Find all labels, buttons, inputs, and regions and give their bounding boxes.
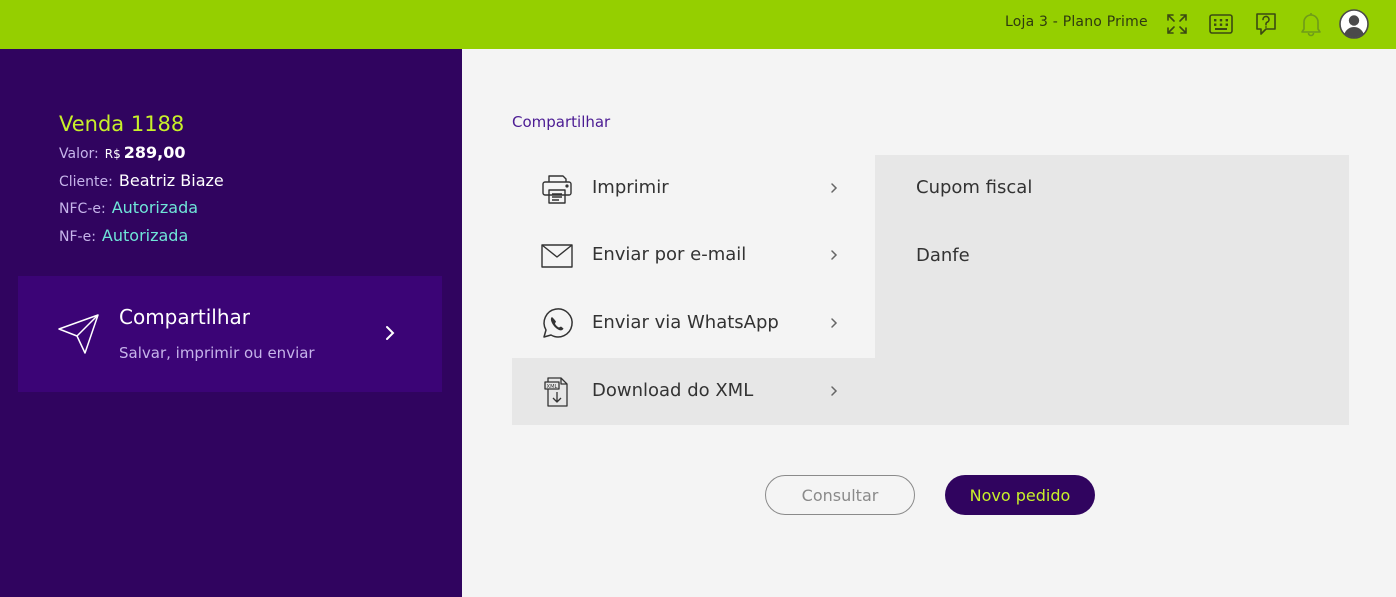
sale-amount: 289,00 (123, 143, 186, 162)
option-label: Imprimir (592, 177, 669, 198)
currency-symbol: R$ (104, 147, 121, 161)
help-icon[interactable] (1252, 10, 1280, 38)
chevron-right-icon (828, 314, 840, 332)
section-title: Compartilhar (512, 113, 611, 131)
chevron-right-icon (828, 246, 840, 264)
option-whatsapp[interactable]: Enviar via WhatsApp (512, 290, 875, 357)
share-card-subtitle: Salvar, imprimir ou enviar (119, 344, 315, 362)
sale-summary-panel: Venda 1188 Valor: R$ 289,00 Cliente: Beatri… (0, 49, 462, 597)
customer-row: Cliente: Beatriz Biaze (59, 171, 224, 190)
user-avatar-icon[interactable] (1339, 9, 1369, 39)
store-plan-label: Loja 3 - Plano Prime (1005, 14, 1148, 30)
customer-name: Beatriz Biaze (118, 171, 224, 190)
chevron-right-icon (382, 323, 398, 343)
whatsapp-icon (540, 307, 574, 341)
option-email[interactable]: Enviar por e-mail (512, 222, 875, 289)
nfce-label: NFC-e: (59, 201, 106, 217)
option-label: Enviar por e-mail (592, 244, 747, 265)
fullscreen-icon[interactable] (1163, 10, 1191, 38)
nfce-status: Autorizada (111, 198, 199, 217)
paper-plane-icon (58, 313, 100, 355)
svg-text:XML: XML (547, 384, 558, 390)
chevron-right-icon (828, 382, 840, 400)
keyboard-icon[interactable] (1207, 10, 1235, 38)
bell-icon[interactable] (1297, 10, 1325, 38)
envelope-icon (540, 239, 574, 273)
sale-value-row: Valor: R$ 289,00 (59, 143, 186, 162)
share-card-title: Compartilhar (119, 305, 250, 329)
submenu-item-danfe[interactable]: Danfe (916, 245, 970, 266)
nfce-row: NFC-e: Autorizada (59, 198, 198, 217)
option-imprimir[interactable]: Imprimir (512, 155, 875, 222)
sale-title: Venda 1188 (59, 112, 185, 136)
option-download-xml[interactable]: XML Download do XML (512, 358, 875, 425)
printer-icon (540, 172, 574, 206)
share-card[interactable]: Compartilhar Salvar, imprimir ou enviar (18, 276, 442, 392)
nfe-status: Autorizada (101, 226, 189, 245)
customer-label: Cliente: (59, 174, 113, 190)
chevron-right-icon (828, 179, 840, 197)
nfe-label: NF-e: (59, 229, 96, 245)
submenu-item-cupom-fiscal[interactable]: Cupom fiscal (916, 177, 1032, 198)
xml-download-icon: XML (540, 375, 574, 409)
consultar-button[interactable]: Consultar (765, 475, 915, 515)
option-label: Download do XML (592, 380, 754, 401)
novo-pedido-button[interactable]: Novo pedido (945, 475, 1095, 515)
value-label: Valor: (59, 146, 99, 162)
option-label: Enviar via WhatsApp (592, 312, 779, 333)
nfe-row: NF-e: Autorizada (59, 226, 188, 245)
top-bar: Loja 3 - Plano Prime (0, 0, 1396, 49)
